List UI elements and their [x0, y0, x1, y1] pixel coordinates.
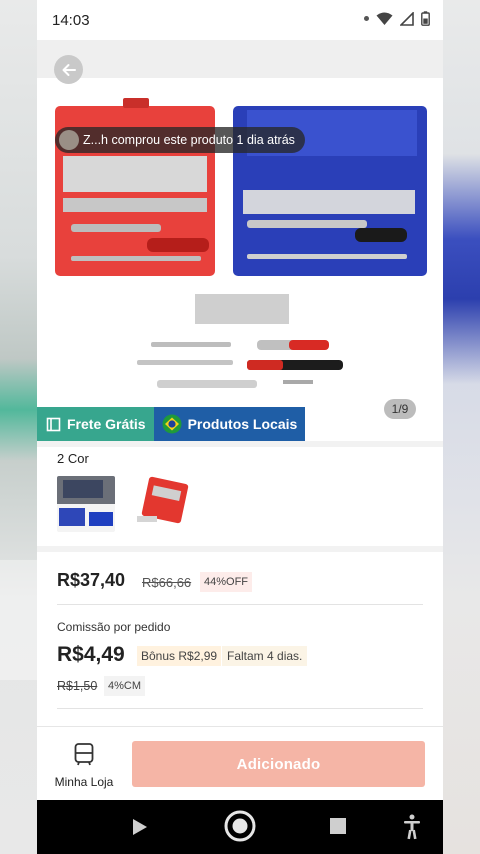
red-case-sockets	[63, 156, 207, 192]
my-store-label: Minha Loja	[54, 775, 114, 789]
section-divider	[37, 441, 443, 447]
status-time: 14:03	[52, 12, 90, 29]
free-shipping-label: Frete Grátis	[67, 416, 146, 432]
section-divider	[37, 546, 443, 552]
loose-extension	[137, 360, 233, 365]
blue-case-extension	[247, 254, 407, 259]
blue-case-handle-grip	[355, 228, 407, 242]
nav-home-inner-icon	[232, 818, 248, 834]
red-case-extension	[71, 256, 201, 261]
loose-ratchet-bar	[151, 342, 231, 347]
commission-value: R$4,49	[57, 643, 125, 666]
current-price: R$37,40	[57, 570, 126, 590]
color-swatch-red[interactable]	[133, 476, 191, 532]
red-case-bits	[63, 198, 207, 212]
buyer-avatar	[59, 130, 79, 150]
wifi-icon	[376, 12, 393, 25]
top-bar	[37, 40, 443, 78]
nav-recents-icon[interactable]	[330, 818, 346, 834]
commission-percent-badge: 4%CM	[104, 676, 146, 696]
nav-icons	[133, 810, 420, 842]
my-store-button[interactable]: Minha Loja	[51, 742, 117, 789]
blue-variant-thumbnail	[57, 476, 115, 532]
discount-badge: 44%OFF	[200, 572, 253, 592]
days-left-badge: Faltam 4 dias.	[222, 646, 308, 666]
price-divider	[57, 604, 423, 605]
product-badges: Frete Grátis Produtos Locais	[37, 407, 306, 441]
old-commission: R$1,50	[57, 679, 98, 693]
battery-icon	[421, 11, 430, 26]
local-products-badge: Produtos Locais	[153, 407, 306, 441]
blue-case-ratchet	[247, 220, 367, 228]
local-products-label: Produtos Locais	[187, 416, 298, 432]
loose-ratchet-grip	[289, 340, 329, 350]
system-nav-bar	[37, 800, 443, 854]
signal-icon	[400, 11, 414, 26]
loose-screwdriver-grip	[247, 360, 283, 370]
red-case-handle	[123, 98, 149, 108]
status-icons	[364, 11, 430, 26]
added-button[interactable]: Adicionado	[132, 741, 425, 787]
loose-sockets	[195, 294, 289, 324]
image-counter: 1/9	[384, 399, 416, 419]
original-price: R$66,66	[142, 575, 192, 590]
free-shipping-badge: Frete Grátis	[37, 407, 154, 441]
red-case-handle-grip	[147, 238, 209, 252]
app-screen: 14:03 Z...h comprou este produto 1 dia a…	[37, 0, 443, 854]
bonus-badge: Bônus R$2,99	[137, 646, 222, 666]
blue-case-sockets	[243, 190, 415, 214]
background-blur-right	[442, 0, 480, 854]
status-bar: 14:03	[37, 0, 443, 40]
buyer-toast-text: Z...h comprou este produto 1 dia atrás	[83, 133, 295, 147]
nav-back-icon[interactable]	[133, 819, 147, 835]
color-swatch-blue[interactable]	[57, 476, 115, 532]
arrow-left-icon	[62, 63, 76, 76]
store-icon	[74, 743, 94, 766]
back-button[interactable]	[54, 55, 83, 84]
accessibility-icon[interactable]	[404, 814, 420, 840]
loose-hex-key	[283, 380, 313, 384]
red-case-ratchet	[71, 224, 161, 232]
commission-label: Comissão por pedido	[57, 620, 171, 634]
notification-dot-icon	[364, 16, 369, 21]
recent-buyer-toast: Z...h comprou este produto 1 dia atrás	[55, 127, 305, 153]
brazil-flag-icon	[162, 414, 182, 434]
red-variant-thumbnail	[133, 476, 191, 532]
background-blur-left	[0, 0, 38, 854]
color-count-label: 2 Cor	[57, 451, 89, 466]
loose-adapters	[157, 380, 257, 388]
commission-divider	[57, 708, 423, 709]
receipt-icon	[46, 417, 61, 431]
